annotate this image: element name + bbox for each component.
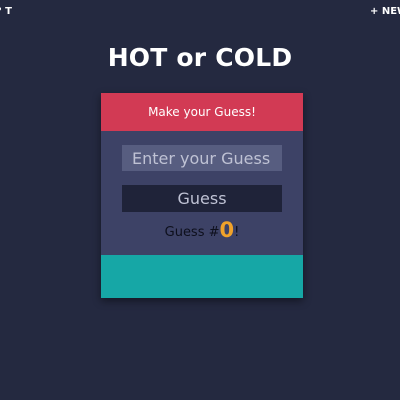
guess-button[interactable]: Guess [122, 185, 282, 212]
new-game-link[interactable]: + NEW GAME [370, 6, 400, 17]
guess-count-number: 0 [219, 218, 235, 242]
guess-list-area [101, 255, 303, 298]
game-card: Make your Guess! Guess Guess #0! [101, 93, 303, 298]
guess-count-prefix: Guess # [164, 225, 220, 240]
feedback-header: Make your Guess! [101, 93, 303, 131]
page-title: HOT or COLD [107, 43, 293, 72]
guess-input[interactable] [122, 145, 282, 171]
guess-counter: Guess #0! [101, 219, 303, 244]
what-link[interactable]: T ? [0, 6, 12, 17]
guess-count-suffix: ! [234, 225, 240, 240]
page: T ? + NEW GAME HOT or COLD Make your Gue… [0, 0, 400, 400]
